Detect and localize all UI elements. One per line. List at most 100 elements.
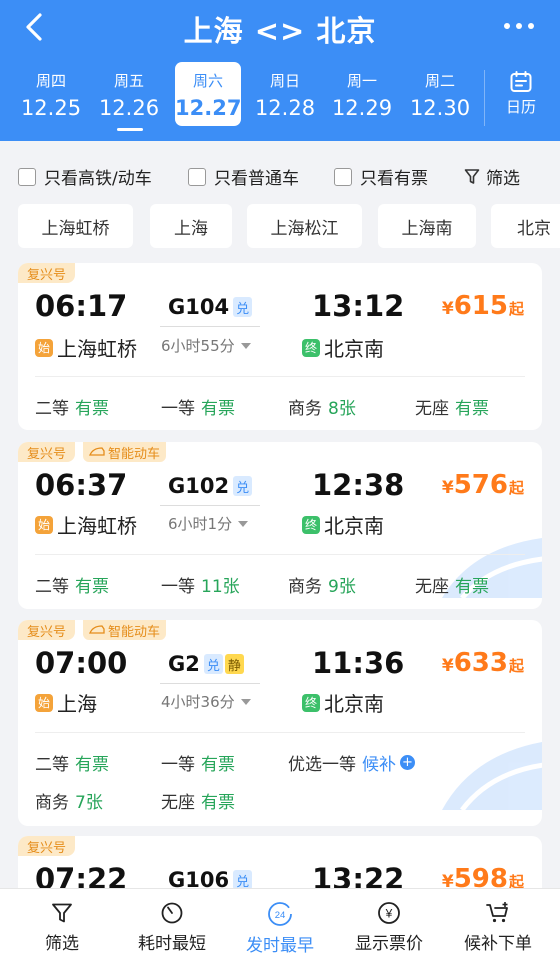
exchange-badge: 兑 — [233, 870, 253, 890]
date-tab[interactable]: 周二 12.30 — [407, 62, 473, 126]
clock-24-icon: 24 — [268, 902, 292, 926]
checkbox-box — [18, 167, 36, 186]
date-value: 12.26 — [98, 96, 160, 120]
seat-availability: 商务 7张 — [35, 788, 103, 813]
yuan-text: ¥ — [385, 907, 393, 921]
from-station-name: 上海虹桥 — [57, 514, 137, 538]
from-station-name: 上海 — [57, 692, 97, 716]
seat-status: 11张 — [201, 577, 240, 597]
regular-train-checkbox[interactable]: 只看普通车 — [188, 164, 299, 189]
date-tab[interactable]: 周日 12.28 — [252, 62, 318, 126]
calendar-label: 日历 — [505, 98, 536, 116]
funnel-icon — [464, 169, 480, 184]
earliest-departure-tab[interactable]: 24 发时最早 — [224, 889, 336, 960]
more-dots-icon[interactable] — [502, 16, 536, 36]
calendar-button[interactable]: 日历 — [488, 68, 554, 128]
earliest-departure-label: 发时最早 — [246, 936, 314, 956]
to-station: 终 北京南 — [302, 688, 384, 717]
seat-class: 二等 — [35, 755, 69, 775]
station-chip[interactable]: 上海 — [150, 204, 232, 248]
divider — [35, 554, 525, 555]
train-number-text: G102 — [168, 474, 230, 498]
price-value: 615 — [453, 291, 508, 321]
seat-class: 二等 — [35, 577, 69, 597]
smart-emu-tag: 智能动车 — [83, 442, 167, 462]
filter-tab[interactable]: 筛选 — [6, 889, 118, 960]
from-station: 始 上海 — [35, 688, 97, 717]
high-speed-checkbox[interactable]: 只看高铁/动车 — [18, 164, 152, 189]
date-tab[interactable]: 周五 12.26 — [96, 62, 162, 126]
date-value: 12.29 — [331, 96, 393, 120]
date-selector: 周四 12.25 周五 12.26 周六 12.27 周日 12.28 周一 1… — [0, 62, 560, 132]
smart-emu-label: 智能动车 — [108, 624, 161, 640]
checkbox-box — [188, 167, 206, 186]
smart-emu-tag: 智能动车 — [83, 620, 167, 640]
train-number: G2 兑 静 — [168, 652, 244, 676]
date-weekday: 周六 — [192, 72, 223, 90]
shortest-duration-tab[interactable]: 耗时最短 — [116, 889, 228, 960]
seat-class: 商务 — [288, 399, 322, 419]
divider — [35, 376, 525, 377]
date-value: 12.25 — [20, 96, 82, 120]
train-watermark-icon — [442, 742, 542, 812]
to-station-name: 北京南 — [324, 692, 384, 716]
divider — [484, 70, 485, 126]
station-chip[interactable]: 上海松江 — [247, 204, 362, 248]
waitlist-order-label: 候补下单 — [464, 934, 532, 954]
to-station: 终 北京南 — [302, 510, 384, 539]
duration-text: 4小时36分 — [161, 693, 235, 711]
date-tab[interactable]: 周四 12.25 — [18, 62, 84, 126]
checkbox-label: 只看有票 — [360, 169, 428, 189]
train-icon — [89, 447, 105, 456]
duration-toggle[interactable]: 6小时55分 — [161, 335, 251, 356]
date-tab[interactable]: 周一 12.29 — [329, 62, 395, 126]
arrival-time: 11:36 — [312, 646, 405, 680]
date-weekday: 周五 — [113, 72, 144, 90]
duration-toggle[interactable]: 6小时1分 — [168, 513, 249, 534]
exchange-badge: 兑 — [233, 476, 253, 496]
filter-label: 筛选 — [486, 169, 520, 189]
duration-text: 6小时55分 — [161, 337, 235, 355]
seat-class: 无座 — [415, 399, 449, 419]
station-chip[interactable]: 上海虹桥 — [18, 204, 133, 248]
train-card[interactable]: 复兴号 06:17 G104 兑 13:12 ¥ 615 起 始 上海虹桥 6小… — [18, 263, 542, 430]
seat-availability: 二等 有票 — [35, 572, 109, 597]
timer-icon — [161, 902, 183, 924]
calendar-icon — [510, 71, 532, 92]
filter-button[interactable]: 筛选 — [464, 164, 520, 189]
seat-class: 一等 — [161, 577, 195, 597]
date-tab-active[interactable]: 周六 12.27 — [175, 62, 241, 126]
available-only-checkbox[interactable]: 只看有票 — [334, 164, 428, 189]
seat-availability: 商务 9张 — [288, 572, 356, 597]
seat-status: 有票 — [201, 755, 235, 775]
duration-text: 6小时1分 — [168, 515, 233, 533]
arrival-time: 13:12 — [312, 289, 405, 323]
caret-down-icon — [240, 342, 251, 349]
arrival-time: 12:38 — [312, 468, 405, 502]
train-card[interactable]: 复兴号 智能动车 07:00 G2 兑 静 11:36 ¥ 633 起 始 上海… — [18, 620, 542, 826]
origin-badge: 始 — [35, 338, 53, 357]
duration-toggle[interactable]: 4小时36分 — [161, 691, 251, 712]
from-station: 始 上海虹桥 — [35, 510, 137, 539]
show-price-tab[interactable]: ¥ 显示票价 — [333, 889, 445, 960]
fuxing-tag: 复兴号 — [18, 836, 76, 856]
train-number: G104 兑 — [168, 295, 253, 319]
seat-availability: 商务 8张 — [288, 394, 356, 419]
station-chip[interactable]: 北京 — [491, 204, 560, 248]
waitlist-status: 候补 — [362, 755, 396, 775]
date-hover-indicator — [117, 128, 143, 131]
station-chip[interactable]: 上海南 — [378, 204, 476, 248]
train-card[interactable]: 复兴号 智能动车 06:37 G102 兑 12:38 ¥ 576 起 始 上海… — [18, 442, 542, 609]
seat-availability: 一等 有票 — [161, 750, 235, 775]
waitlist-order-tab[interactable]: 候补下单 — [442, 889, 554, 960]
page-title: 上海 <> 北京 — [183, 14, 377, 48]
seat-availability: 无座 有票 — [415, 394, 489, 419]
waitlist-option[interactable]: 优选一等 候补 + — [288, 750, 415, 775]
from-station-name: 上海虹桥 — [57, 337, 137, 361]
seat-availability: 无座 有票 — [161, 788, 235, 813]
add-waitlist-icon[interactable]: + — [400, 755, 415, 770]
origin-badge: 始 — [35, 693, 53, 712]
yuan-icon: ¥ — [378, 902, 400, 924]
duration-line — [160, 326, 260, 327]
seat-class: 无座 — [415, 577, 449, 597]
